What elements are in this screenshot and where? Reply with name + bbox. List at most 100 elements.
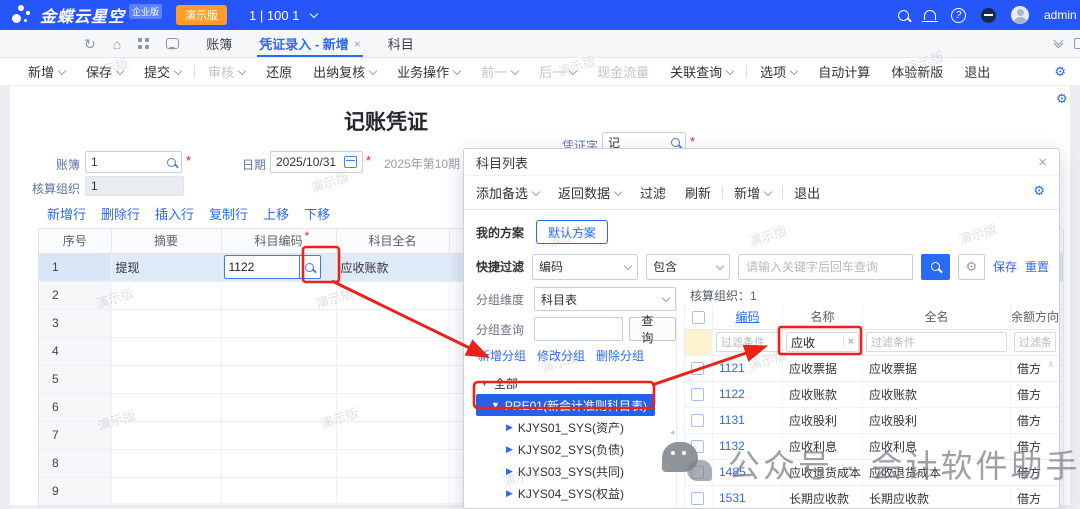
tree-node-5[interactable]: ▶KJYS04_SYS(权益): [476, 482, 676, 504]
keyword-search-input[interactable]: 请输入关键字后回车查询: [738, 254, 913, 280]
account-row[interactable]: 1131应收股利应收股利借方: [685, 407, 1060, 433]
cell-direction[interactable]: 借方: [1011, 381, 1060, 407]
tree-node-6[interactable]: ▶KJYS05_SYS(成本): [476, 504, 676, 509]
account-lookup-button[interactable]: [299, 255, 320, 279]
cell-account-fullname[interactable]: [336, 365, 449, 393]
cell-fullname[interactable]: 应收退货成本: [863, 459, 1011, 485]
clear-filter-icon[interactable]: ×: [843, 336, 854, 348]
tree-node-2[interactable]: ▶KJYS01_SYS(资产): [476, 416, 676, 438]
cell-fullname[interactable]: 应收股利: [863, 407, 1011, 433]
table-column-0[interactable]: 编码: [713, 305, 783, 329]
toolbar-auto-calc[interactable]: 自动计算: [818, 62, 870, 81]
lookup-icon[interactable]: [671, 138, 680, 147]
lookup-icon[interactable]: [167, 158, 176, 167]
org-switcher[interactable]: 1 | 100 1: [249, 8, 317, 23]
home-icon[interactable]: ⌂: [113, 37, 121, 51]
cell-direction[interactable]: 借方: [1011, 459, 1060, 485]
group-search-input[interactable]: [534, 317, 623, 341]
cell-summary[interactable]: [111, 477, 221, 505]
cell-summary[interactable]: 提现: [111, 253, 221, 281]
cell-account-code[interactable]: 1122: [221, 253, 336, 281]
cell-summary[interactable]: [111, 421, 221, 449]
cell-name[interactable]: 应收股利: [783, 407, 863, 433]
cell-direction[interactable]: 借方: [1011, 407, 1060, 433]
filter-settings-button[interactable]: ⚙: [958, 254, 985, 280]
help-icon[interactable]: ?: [951, 8, 966, 23]
cell-account-fullname[interactable]: [336, 421, 449, 449]
status-icon[interactable]: [981, 8, 996, 23]
username[interactable]: admin: [1044, 8, 1078, 22]
message-icon[interactable]: [166, 38, 179, 49]
checkbox[interactable]: [691, 466, 704, 479]
avatar[interactable]: [1011, 6, 1029, 24]
rowaction-move-down[interactable]: 下移: [304, 204, 330, 223]
cell-summary[interactable]: [111, 365, 221, 393]
group-dimension-select[interactable]: 科目表: [534, 287, 676, 311]
tab-ledger[interactable]: 账簿: [206, 30, 232, 57]
cell-code[interactable]: 1485: [713, 459, 783, 485]
page-settings-gear-icon[interactable]: ⚙: [1056, 92, 1068, 105]
cell-name[interactable]: 应收票据: [783, 355, 863, 381]
search-button[interactable]: [921, 254, 950, 280]
toolbar-new[interactable]: 新增: [28, 62, 65, 81]
panel-splitter[interactable]: [676, 287, 677, 508]
cell-direction[interactable]: 借方: [1011, 433, 1060, 459]
popup-toolbar-refresh[interactable]: 刷新: [685, 183, 711, 202]
toolbar-settings-gear-icon[interactable]: ⚙: [1054, 65, 1066, 78]
cell-code[interactable]: 1131: [713, 407, 783, 433]
column-filter-input[interactable]: 过滤条件: [1014, 332, 1056, 352]
cell-account-code[interactable]: [221, 281, 336, 309]
popup-settings-gear-icon[interactable]: ⚙: [1033, 184, 1045, 197]
date-field[interactable]: 2025/10/31: [270, 151, 363, 173]
cell-account-code[interactable]: [221, 421, 336, 449]
rowaction-delete-row[interactable]: 删除行: [101, 204, 140, 223]
toolbar-restore[interactable]: 还原: [266, 62, 292, 81]
table-column-3[interactable]: 余额方向: [1011, 305, 1060, 329]
account-code-editor[interactable]: 1122: [224, 255, 321, 279]
toolbar-options[interactable]: 选项: [760, 62, 797, 81]
cell-account-code[interactable]: [221, 477, 336, 505]
grouplink-add-group[interactable]: 新增分组: [478, 347, 526, 364]
cell-summary[interactable]: [111, 337, 221, 365]
cell-direction[interactable]: 借方: [1011, 485, 1060, 509]
rowaction-copy-row[interactable]: 复制行: [209, 204, 248, 223]
grouplink-edit-group[interactable]: 修改分组: [537, 347, 585, 364]
search-icon[interactable]: [898, 10, 909, 21]
rowaction-move-up[interactable]: 上移: [263, 204, 289, 223]
cell-summary[interactable]: [111, 309, 221, 337]
popup-toolbar-filter[interactable]: 过滤: [640, 183, 666, 202]
apps-grid-icon[interactable]: [138, 38, 149, 49]
checkbox[interactable]: [691, 414, 704, 427]
group-search-button[interactable]: 查询: [629, 317, 676, 341]
scroll-up-icon[interactable]: ∧: [1047, 359, 1054, 370]
calendar-icon[interactable]: [344, 156, 357, 168]
tab-close-icon[interactable]: ×: [354, 37, 361, 51]
toolbar-submit[interactable]: 提交: [144, 62, 181, 81]
table-column-2[interactable]: 全名: [863, 305, 1011, 329]
column-filter-input[interactable]: 过滤条件: [866, 332, 1007, 352]
cell-fullname[interactable]: 应收利息: [863, 433, 1011, 459]
tab-voucher-entry[interactable]: 凭证录入 - 新增×: [259, 30, 361, 57]
tree-node-3[interactable]: ▶KJYS02_SYS(负债): [476, 438, 676, 460]
popup-toolbar-exit[interactable]: 退出: [794, 183, 820, 202]
tree-node-4[interactable]: ▶KJYS03_SYS(共同): [476, 460, 676, 482]
close-icon[interactable]: ×: [1038, 155, 1047, 170]
toolbar-exit[interactable]: 退出: [964, 62, 990, 81]
cell-name[interactable]: 应收账款: [783, 381, 863, 407]
account-row[interactable]: 1122应收账款应收账款借方: [685, 381, 1060, 407]
toolbar-related-query[interactable]: 关联查询: [670, 62, 733, 81]
toolbar-save[interactable]: 保存: [86, 62, 123, 81]
checkbox[interactable]: [691, 492, 704, 505]
cell-code[interactable]: 1121: [713, 355, 783, 381]
cell-account-code[interactable]: [221, 365, 336, 393]
rowaction-add-row[interactable]: 新增行: [47, 204, 86, 223]
cell-account-code[interactable]: [221, 393, 336, 421]
tree-node-0[interactable]: ▼全部: [476, 372, 676, 394]
account-row[interactable]: 1121应收票据应收票据借方: [685, 355, 1060, 381]
cell-fullname[interactable]: 应收账款: [863, 381, 1011, 407]
popup-toolbar-add-candidate[interactable]: 添加备选: [476, 183, 539, 202]
cell-name[interactable]: 应收退货成本: [783, 459, 863, 485]
cell-account-code[interactable]: [221, 449, 336, 477]
cell-account-code[interactable]: [221, 337, 336, 365]
toolbar-cashier-review[interactable]: 出纳复核: [313, 62, 376, 81]
